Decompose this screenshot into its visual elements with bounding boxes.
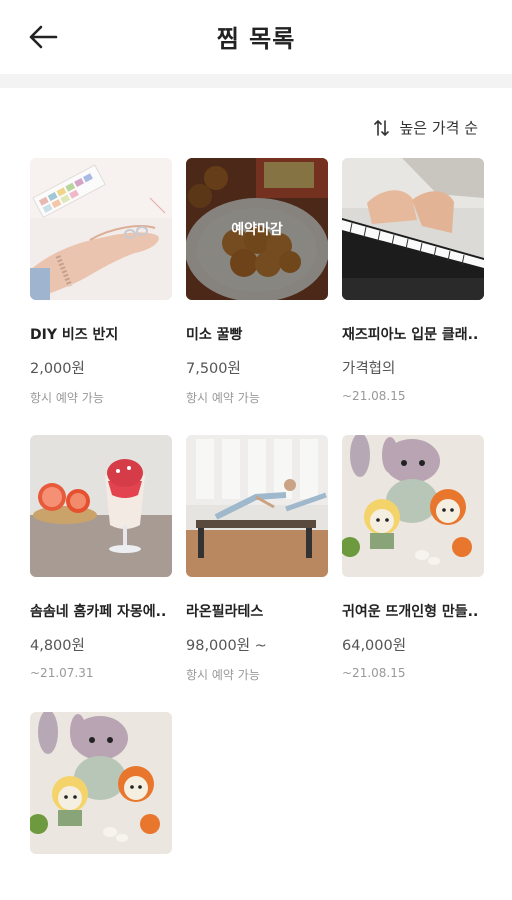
reservation-closed-overlay: 예약마감 — [186, 158, 328, 300]
item-availability: ~21.07.31 — [30, 666, 94, 680]
sort-label: 높은 가격 순 — [399, 119, 478, 137]
list-item[interactable]: 예약마감 미소 꿀빵 7,500원 항시 예약 가능 — [186, 158, 328, 406]
item-thumbnail[interactable] — [30, 435, 172, 577]
item-name: 재즈피아노 입문 클래.. — [342, 327, 479, 343]
section-divider — [0, 74, 512, 88]
item-thumbnail[interactable] — [186, 435, 328, 577]
list-item[interactable]: DIY 비즈 반지 2,000원 항시 예약 가능 — [30, 158, 172, 406]
item-thumbnail[interactable] — [30, 712, 172, 854]
item-name: 귀여운 뜨개인형 만들.. — [342, 604, 479, 620]
item-price: 7,500원 — [186, 361, 241, 377]
item-name: 솜솜네 홈카페 자몽에.. — [30, 604, 167, 620]
list-item[interactable]: 귀여운 뜨개인형 만들.. 64,000원 ~21.08.15 — [342, 435, 484, 680]
item-name: 라온필라테스 — [186, 604, 264, 620]
item-availability: 항시 예약 가능 — [186, 391, 260, 405]
item-availability: 항시 예약 가능 — [30, 391, 104, 405]
sort-updown-icon — [374, 119, 390, 136]
list-item[interactable]: 라온필라테스 98,000원 ~ 항시 예약 가능 — [186, 435, 328, 683]
item-name: DIY 비즈 반지 — [30, 327, 119, 343]
item-price: 64,000원 — [342, 638, 407, 654]
item-price: 가격협의 — [342, 361, 396, 377]
list-item[interactable] — [30, 712, 172, 854]
page-title: 찜 목록 — [216, 25, 296, 53]
item-thumbnail[interactable] — [30, 158, 172, 300]
item-name: 미소 꿀빵 — [186, 327, 243, 343]
item-availability: 항시 예약 가능 — [186, 668, 260, 682]
item-availability: ~21.08.15 — [342, 389, 406, 403]
item-thumbnail[interactable] — [342, 158, 484, 300]
list-item[interactable]: 재즈피아노 입문 클래.. 가격협의 ~21.08.15 — [342, 158, 484, 403]
item-thumbnail[interactable]: 예약마감 — [186, 158, 328, 300]
item-thumbnail[interactable] — [342, 435, 484, 577]
sort-button[interactable]: 높은 가격 순 — [373, 117, 478, 138]
list-item[interactable]: 솜솜네 홈카페 자몽에.. 4,800원 ~21.07.31 — [30, 435, 172, 680]
item-price: 4,800원 — [30, 638, 85, 654]
app-bar: 찜 목록 — [0, 0, 512, 74]
item-availability: ~21.08.15 — [342, 666, 406, 680]
item-price: 98,000원 ~ — [186, 638, 267, 654]
item-price: 2,000원 — [30, 361, 85, 377]
